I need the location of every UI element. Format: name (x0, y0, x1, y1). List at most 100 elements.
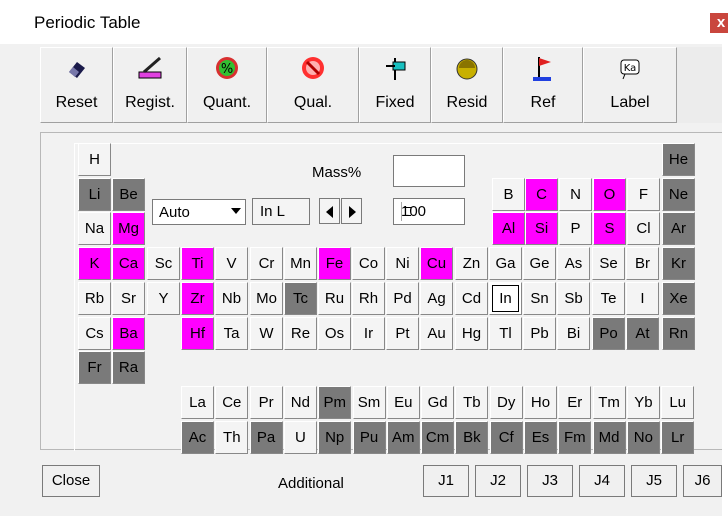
toolbar-button-reset[interactable]: Reset (40, 47, 113, 123)
j-button-j5[interactable]: J5 (631, 465, 677, 497)
element-po[interactable]: Po (592, 317, 625, 350)
element-ru[interactable]: Ru (318, 282, 351, 315)
element-pu[interactable]: Pu (352, 421, 386, 454)
element-ac[interactable]: Ac (181, 421, 214, 454)
element-al[interactable]: Al (492, 212, 525, 245)
toolbar-button-resid[interactable]: Resid (431, 47, 503, 123)
element-fr[interactable]: Fr (78, 351, 111, 384)
element-sm[interactable]: Sm (352, 386, 386, 419)
element-os[interactable]: Os (318, 317, 351, 350)
element-na[interactable]: Na (78, 212, 111, 245)
element-li[interactable]: Li (78, 178, 111, 211)
element-ga[interactable]: Ga (489, 247, 522, 280)
element-nd[interactable]: Nd (283, 386, 317, 419)
toolbar-button-fixed[interactable]: Fixed (359, 47, 431, 123)
close-button[interactable]: Close (42, 465, 100, 497)
j-button-j3[interactable]: J3 (527, 465, 573, 497)
element-zn[interactable]: Zn (455, 247, 488, 280)
element-cr[interactable]: Cr (250, 247, 283, 280)
element-te[interactable]: Te (592, 282, 625, 315)
element-ho[interactable]: Ho (524, 386, 557, 419)
element-ag[interactable]: Ag (420, 282, 453, 315)
element-cm[interactable]: Cm (421, 421, 455, 454)
element-xe[interactable]: Xe (662, 282, 695, 315)
element-mg[interactable]: Mg (112, 212, 145, 245)
element-ra[interactable]: Ra (112, 351, 145, 384)
mass-percent-input[interactable] (393, 155, 465, 187)
element-br[interactable]: Br (626, 247, 659, 280)
element-pm[interactable]: Pm (318, 386, 352, 419)
element-gd[interactable]: Gd (421, 386, 455, 419)
element-ge[interactable]: Ge (523, 247, 556, 280)
element-hf[interactable]: Hf (181, 317, 214, 350)
element-he[interactable]: He (662, 143, 695, 176)
element-cu[interactable]: Cu (420, 247, 453, 280)
element-ba[interactable]: Ba (112, 317, 145, 350)
element-er[interactable]: Er (558, 386, 592, 419)
element-tl[interactable]: Tl (489, 317, 522, 350)
element-w[interactable]: W (250, 317, 283, 350)
mode-select[interactable]: Auto (152, 199, 246, 225)
element-ce[interactable]: Ce (215, 386, 249, 419)
element-ta[interactable]: Ta (215, 317, 248, 350)
element-am[interactable]: Am (386, 421, 420, 454)
element-sr[interactable]: Sr (112, 282, 145, 315)
element-ti[interactable]: Ti (181, 247, 214, 280)
toolbar-button-qual[interactable]: Qual. (267, 47, 359, 123)
element-la[interactable]: La (181, 386, 214, 419)
j-button-j1[interactable]: J1 (423, 465, 469, 497)
element-bi[interactable]: Bi (557, 317, 590, 350)
element-es[interactable]: Es (524, 421, 557, 454)
element-rb[interactable]: Rb (78, 282, 111, 315)
element-i[interactable]: I (626, 282, 659, 315)
element-md[interactable]: Md (592, 421, 626, 454)
element-pa[interactable]: Pa (249, 421, 283, 454)
element-o[interactable]: O (593, 178, 626, 211)
element-s[interactable]: S (593, 212, 626, 245)
j-button-j2[interactable]: J2 (475, 465, 521, 497)
element-pr[interactable]: Pr (249, 386, 283, 419)
toolbar-button-quant[interactable]: % Quant. (187, 47, 267, 123)
element-rh[interactable]: Rh (352, 282, 385, 315)
scale-spinner[interactable]: 100 (393, 198, 465, 225)
element-np[interactable]: Np (318, 421, 352, 454)
close-window-button[interactable]: x (710, 13, 728, 33)
element-h[interactable]: H (78, 143, 111, 176)
element-au[interactable]: Au (420, 317, 453, 350)
element-f[interactable]: F (627, 178, 660, 211)
element-lr[interactable]: Lr (661, 421, 695, 454)
j-button-j6[interactable]: J6 (683, 465, 722, 497)
element-cd[interactable]: Cd (455, 282, 488, 315)
element-v[interactable]: V (215, 247, 248, 280)
element-b[interactable]: B (492, 178, 525, 211)
element-cf[interactable]: Cf (489, 421, 523, 454)
element-yb[interactable]: Yb (626, 386, 660, 419)
element-c[interactable]: C (525, 178, 558, 211)
element-ne[interactable]: Ne (662, 178, 695, 211)
element-pt[interactable]: Pt (386, 317, 419, 350)
element-fm[interactable]: Fm (558, 421, 592, 454)
prev-line-button[interactable] (319, 198, 340, 224)
element-nb[interactable]: Nb (215, 282, 248, 315)
element-dy[interactable]: Dy (489, 386, 523, 419)
element-re[interactable]: Re (284, 317, 317, 350)
element-si[interactable]: Si (525, 212, 558, 245)
element-ar[interactable]: Ar (662, 212, 695, 245)
element-co[interactable]: Co (352, 247, 385, 280)
element-mn[interactable]: Mn (284, 247, 317, 280)
element-cl[interactable]: Cl (627, 212, 660, 245)
element-ni[interactable]: Ni (386, 247, 419, 280)
element-lu[interactable]: Lu (661, 386, 695, 419)
element-zr[interactable]: Zr (181, 282, 214, 315)
element-pb[interactable]: Pb (523, 317, 556, 350)
spinner-arrows-icon[interactable] (401, 202, 413, 221)
element-tm[interactable]: Tm (592, 386, 626, 419)
element-sb[interactable]: Sb (557, 282, 590, 315)
element-no[interactable]: No (626, 421, 660, 454)
element-cs[interactable]: Cs (78, 317, 111, 350)
element-pd[interactable]: Pd (386, 282, 419, 315)
element-sn[interactable]: Sn (523, 282, 556, 315)
element-bk[interactable]: Bk (455, 421, 489, 454)
element-fe[interactable]: Fe (318, 247, 351, 280)
toolbar-button-label[interactable]: Ka Label (583, 47, 677, 123)
